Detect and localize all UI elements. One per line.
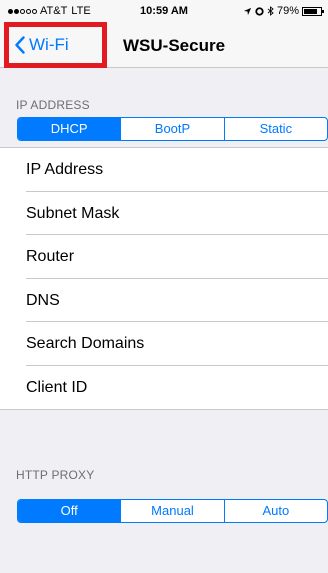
status-bar-right: 79%: [243, 5, 324, 17]
list-item-client-id[interactable]: Client ID: [0, 366, 328, 410]
location-arrow-icon: [243, 7, 252, 15]
segment-manual[interactable]: Manual: [120, 500, 223, 522]
page-title: WSU-Secure: [123, 36, 226, 55]
list-item-router[interactable]: Router: [0, 235, 328, 279]
battery-percentage: 79%: [276, 5, 299, 17]
back-button[interactable]: Wi-Fi: [4, 22, 107, 68]
list-item-search-domains[interactable]: Search Domains: [0, 322, 328, 366]
list-item-ip-address[interactable]: IP Address: [0, 148, 328, 192]
ip-settings-list: IP Address Subnet Mask Router DNS Search…: [0, 147, 328, 410]
list-item-subnet-mask[interactable]: Subnet Mask: [0, 192, 328, 236]
segment-off[interactable]: Off: [18, 500, 121, 522]
alarm-clock-icon: [255, 6, 264, 16]
segment-bootp[interactable]: BootP: [120, 118, 223, 140]
http-proxy-section-header: HTTP PROXY: [16, 468, 95, 482]
segment-dhcp[interactable]: DHCP: [18, 118, 121, 140]
chevron-left-icon: [15, 36, 25, 54]
battery-icon: [302, 6, 324, 16]
ip-mode-segmented-control: DHCP BootP Static: [17, 117, 328, 141]
back-button-label: Wi-Fi: [29, 35, 69, 54]
bluetooth-icon: [267, 6, 274, 16]
ip-address-section-header: IP ADDRESS: [16, 98, 90, 112]
segment-auto[interactable]: Auto: [223, 500, 327, 522]
navigation-bar: Wi-Fi WSU-Secure: [0, 22, 328, 68]
segment-static[interactable]: Static: [223, 118, 327, 140]
status-bar: AT&T LTE 10:59 AM 79%: [0, 0, 328, 22]
battery-level-fill: [304, 8, 317, 14]
proxy-mode-segmented-control: Off Manual Auto: [17, 499, 328, 523]
list-item-dns[interactable]: DNS: [0, 279, 328, 323]
